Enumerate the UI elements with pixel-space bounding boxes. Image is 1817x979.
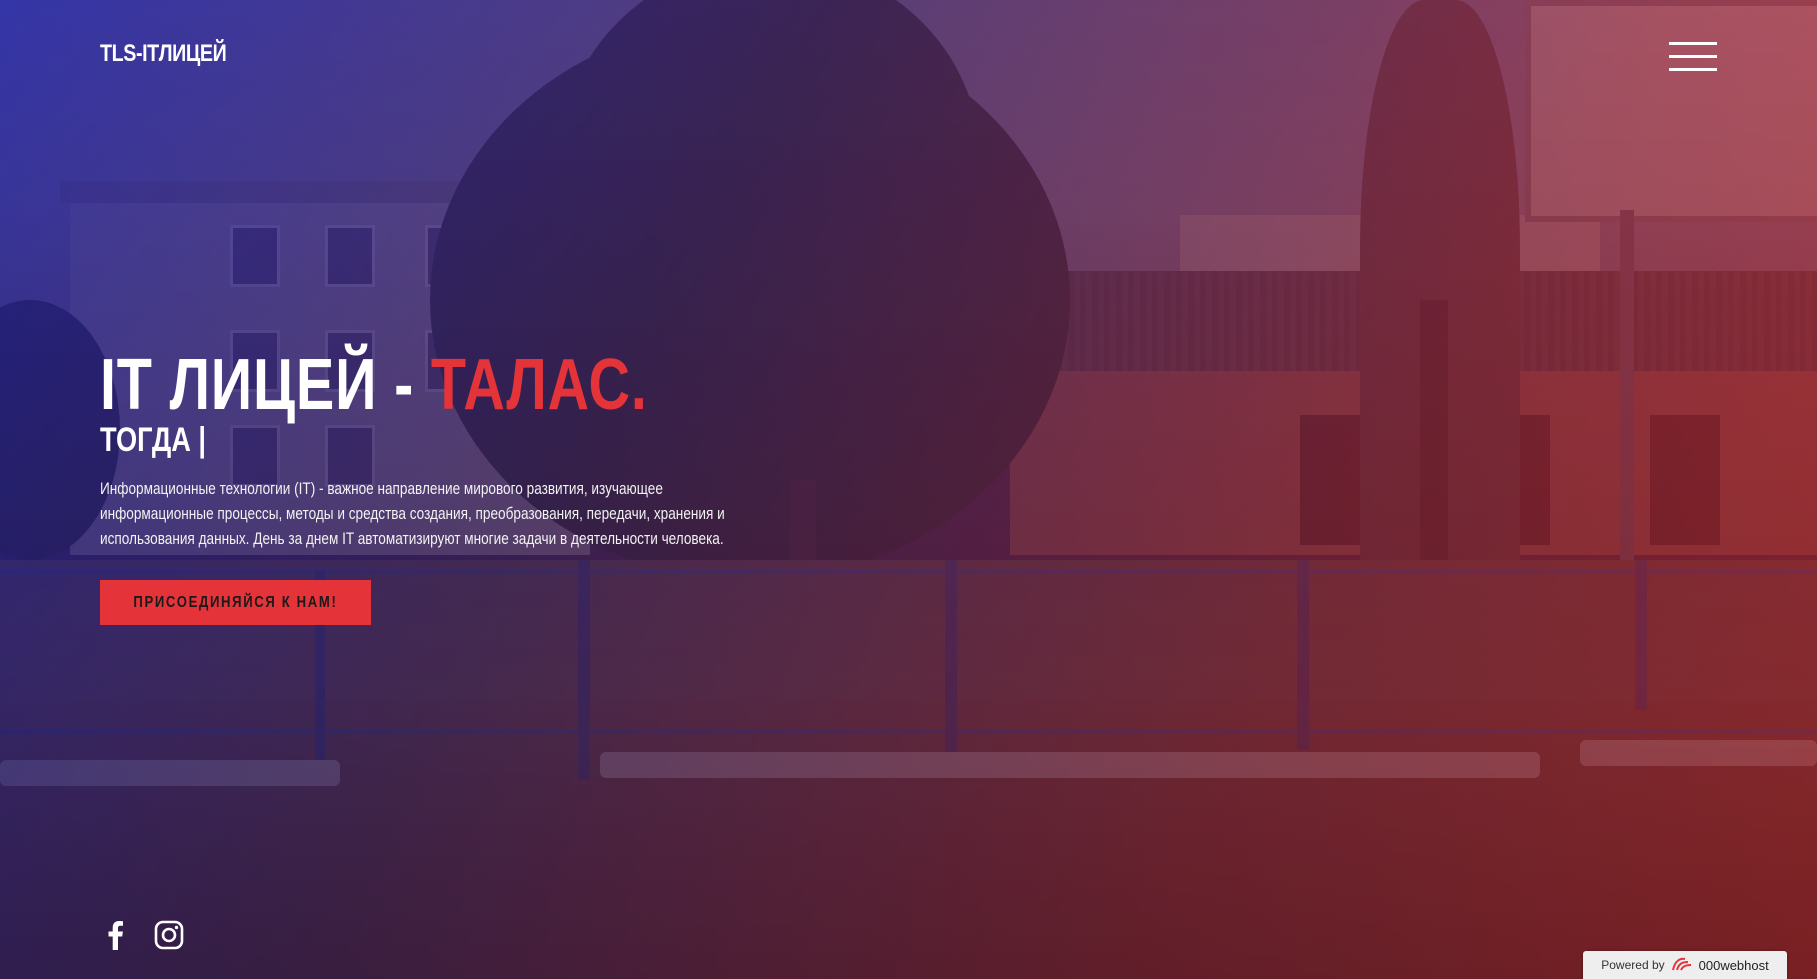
hero-title: IT ЛИЦЕЙ - ТАЛАС. bbox=[100, 345, 648, 425]
facebook-icon[interactable] bbox=[100, 918, 130, 952]
powered-by-label: Powered by bbox=[1601, 958, 1665, 972]
000webhost-name: 000webhost bbox=[1698, 957, 1769, 973]
join-us-button-label: ПРИСОЕДИНЯЙСЯ К НАМ! bbox=[133, 593, 338, 611]
join-us-button[interactable]: ПРИСОЕДИНЯЙСЯ К НАМ! bbox=[100, 580, 371, 625]
instagram-icon[interactable] bbox=[154, 918, 184, 952]
hero-description: Информационные технологии (IT) - важное … bbox=[100, 479, 725, 548]
000webhost-logo-icon bbox=[1671, 956, 1693, 975]
social-links bbox=[100, 918, 184, 952]
hero-title-accent: ТАЛАС. bbox=[430, 345, 648, 425]
site-logo[interactable]: TLS-ITЛИЦЕЙ bbox=[100, 40, 227, 68]
hero-typed-subtitle: ТОГДА | bbox=[100, 421, 207, 459]
hero-title-main: IT ЛИЦЕЙ - bbox=[100, 345, 431, 425]
powered-by-badge[interactable]: Powered by 000webhost bbox=[1583, 951, 1787, 979]
hero-section: TLS-ITЛИЦЕЙ IT ЛИЦЕЙ - ТАЛАС. ТОГДА | Ин… bbox=[0, 0, 1817, 979]
hamburger-menu-icon[interactable] bbox=[1669, 40, 1717, 74]
